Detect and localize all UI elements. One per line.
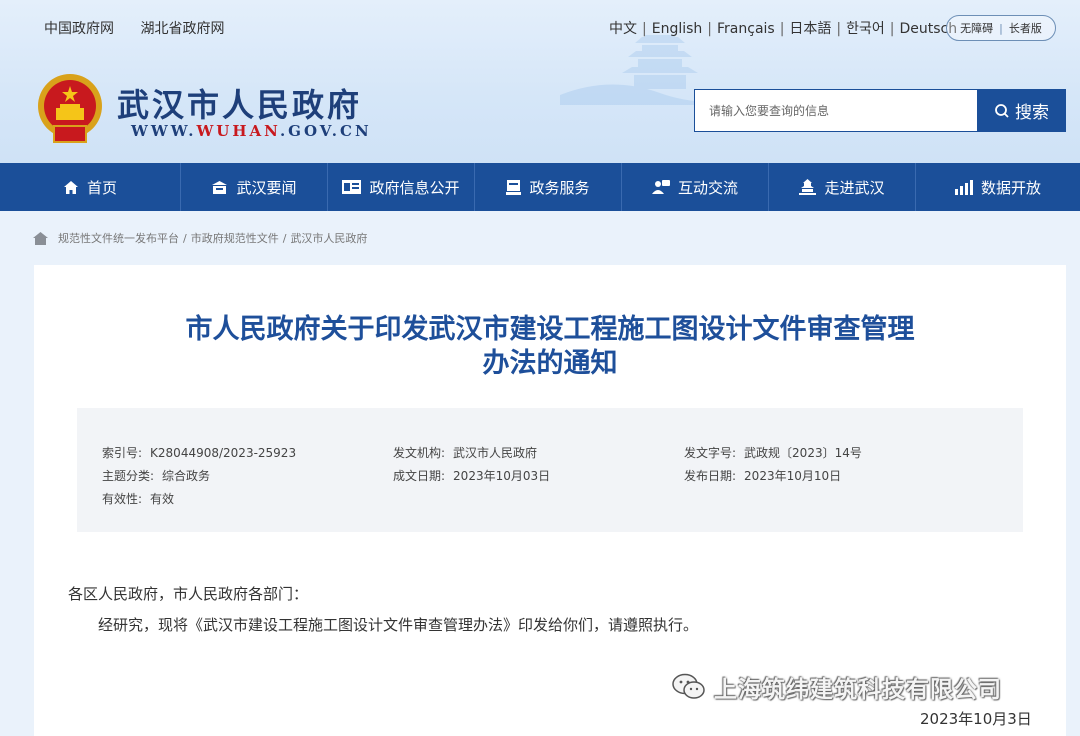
nav-item-info-disclosure[interactable]: 政府信息公开 [328, 163, 475, 211]
meta-validity: 有效性: 有效 [102, 492, 175, 506]
nav-label: 数据开放 [980, 178, 1041, 197]
meta-created-date: 成文日期: 2023年10月03日 [393, 469, 551, 483]
nav-label: 首页 [86, 178, 117, 197]
link-hubei-gov[interactable]: 湖北省政府网 [140, 21, 224, 37]
nav-item-gov-services[interactable]: 政务服务 [475, 163, 622, 211]
search-button-label: 搜索 [1015, 103, 1049, 123]
document-panel: 市人民政府关于印发武汉市建设工程施工图设计文件审查管理 办法的通知 索引号: K2… [34, 265, 1066, 736]
search-input[interactable]: 请输入您要查询的信息 [694, 89, 978, 132]
barrier-free-button[interactable]: 无障碍 [960, 20, 993, 36]
breadcrumb-item[interactable]: 武汉市人民政府 [290, 230, 367, 246]
search-button[interactable]: 搜索 [977, 89, 1066, 132]
meta-published-date: 发布日期: 2023年10月10日 [684, 469, 842, 483]
nav-label: 走进武汉 [824, 178, 885, 197]
home-icon [33, 231, 48, 245]
top-links: 中国政府网 湖北省政府网 [44, 18, 246, 38]
meta-category: 主题分类: 综合政务 [102, 469, 211, 483]
main-nav: 首页 武汉要闻 政府信息公开 政务服务 互动交流 走进武汉 数据开放 [0, 163, 1080, 211]
lang-zh[interactable]: 中文 [609, 21, 637, 37]
nav-item-open-data[interactable]: 数据开放 [916, 163, 1080, 211]
meta-doc-number: 发文字号: 武政规〔2023〕14号 [684, 446, 862, 460]
nav-item-news[interactable]: 武汉要闻 [181, 163, 328, 211]
meta-issuer: 发文机构: 武汉市人民政府 [393, 446, 538, 460]
breadcrumb: 规范性文件统一发布平台 / 市政府规范性文件 / 武汉市人民政府 [33, 230, 367, 246]
nav-item-home[interactable]: 首页 [0, 163, 181, 211]
accessibility-toggle: 无障碍 | 长者版 [946, 15, 1056, 41]
document-title-line: 办法的通知 [482, 348, 618, 379]
home-icon [63, 180, 78, 194]
nav-item-interaction[interactable]: 互动交流 [622, 163, 769, 211]
meta-index: 索引号: K28044908/2023-25923 [102, 446, 297, 460]
national-emblem-icon [38, 74, 102, 143]
elderly-mode-button[interactable]: 长者版 [1009, 20, 1042, 36]
language-bar: 中文 | English | Français | 日本語 | 한국어 | Deutsch [609, 21, 958, 37]
document-title: 市人民政府关于印发武汉市建设工程施工图设计文件审查管理 办法的通知 [34, 313, 1066, 381]
watermark-text: 上海筑纬建筑科技有限公司 [714, 677, 1002, 703]
data-icon [954, 179, 973, 195]
lang-ja[interactable]: 日本語 [789, 21, 831, 37]
site-title: 武汉市人民政府 [117, 86, 363, 124]
site-header: 中国政府网 湖北省政府网 中文 | English | Français | 日本語 | 한국어… [0, 0, 1080, 163]
document-title-line: 市人民政府关于印发武汉市建设工程施工图设计文件审查管理 [185, 314, 915, 345]
building-icon [799, 179, 817, 195]
link-central-gov[interactable]: 中国政府网 [44, 21, 114, 37]
document-metadata: 索引号: K28044908/2023-25923 发文机构: 武汉市人民政府 发文… [77, 408, 1023, 532]
nav-item-about-wuhan[interactable]: 走进武汉 [769, 163, 916, 211]
lang-fr[interactable]: Français [717, 21, 775, 37]
nav-label: 政府信息公开 [369, 178, 460, 197]
search-icon [995, 103, 1009, 118]
lang-en[interactable]: English [652, 21, 703, 37]
company-watermark: 上海筑纬建筑科技有限公司 [672, 670, 1002, 704]
chat-icon [651, 179, 670, 194]
wechat-icon [672, 673, 705, 699]
service-icon [506, 179, 522, 195]
document-salutation: 各区人民政府，市人民政府各部门： [68, 585, 309, 603]
document-date: 2023年10月3日 [920, 710, 1032, 728]
info-card-icon [342, 180, 362, 194]
lang-ko[interactable]: 한국어 [846, 21, 885, 37]
document-body: 经研究，现将《武汉市建设工程施工图设计文件审查管理办法》印发给你们，请遵照执行。 [98, 616, 699, 634]
news-icon [212, 180, 228, 194]
breadcrumb-item[interactable]: 市政府规范性文件 [191, 230, 279, 246]
breadcrumb-item[interactable]: 规范性文件统一发布平台 [58, 230, 179, 246]
site-url: WWW.WUHAN.GOV.CN [131, 122, 372, 140]
nav-label: 互动交流 [677, 178, 738, 197]
nav-label: 政务服务 [529, 178, 590, 197]
nav-label: 武汉要闻 [236, 178, 297, 197]
